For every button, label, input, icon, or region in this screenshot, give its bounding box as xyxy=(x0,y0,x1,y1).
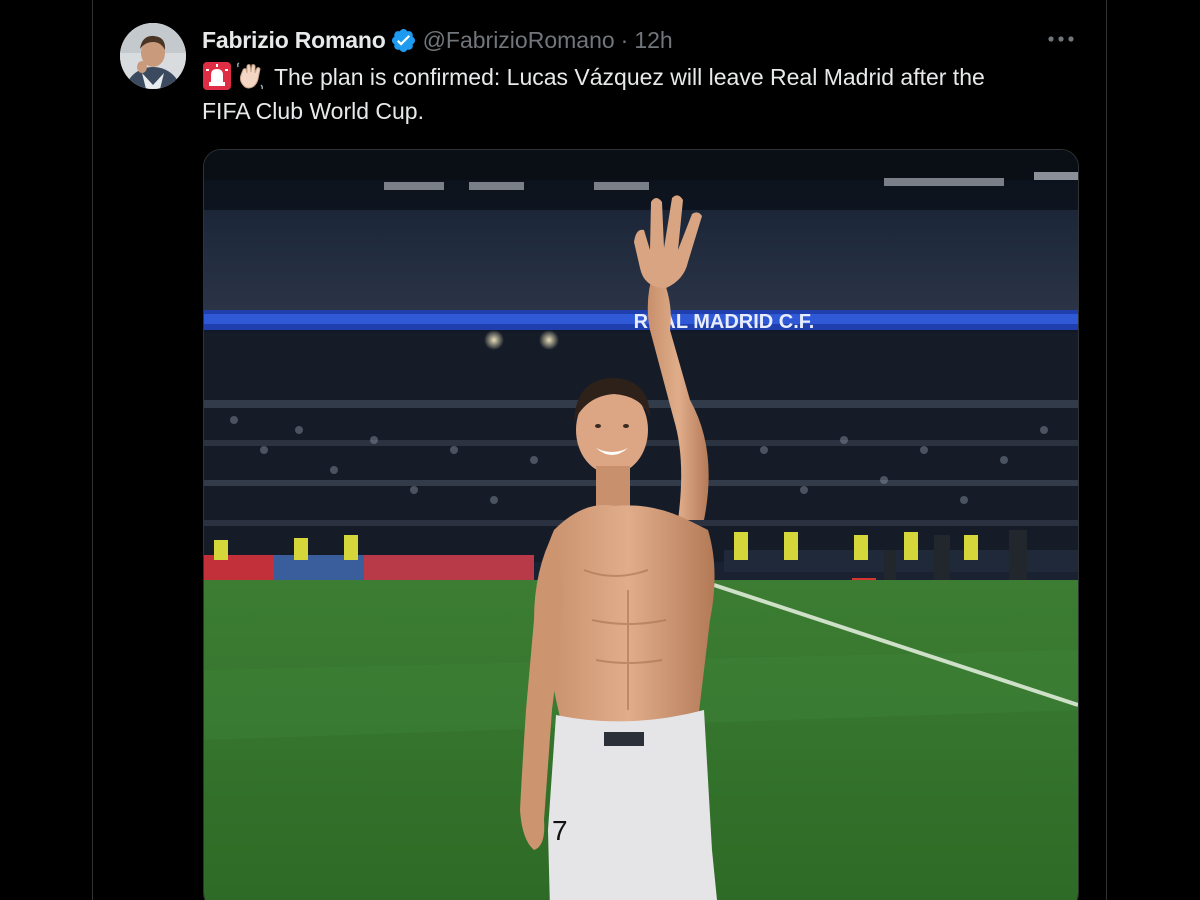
avatar-image xyxy=(120,23,186,89)
author-name[interactable]: Fabrizio Romano xyxy=(202,27,386,54)
tweet-text-line-2: FIFA Club World Cup. xyxy=(202,98,424,124)
tweet-text: The plan is confirmed: Lucas Vázquez wil… xyxy=(202,60,1092,128)
author-handle[interactable]: @FabrizioRomano xyxy=(423,27,615,54)
tweet-timestamp[interactable]: 12h xyxy=(634,27,672,54)
tweet-media-photo[interactable]: REAL MADRID C.F. 7 xyxy=(203,149,1079,900)
author-avatar[interactable] xyxy=(120,23,186,89)
header-separator: · xyxy=(620,26,629,53)
shorts-number: 7 xyxy=(552,815,568,846)
tweet-header: Fabrizio Romano @FabrizioRomano · 12h xyxy=(202,26,673,54)
more-options-icon[interactable] xyxy=(1044,24,1078,54)
tweet-text-line-1: The plan is confirmed: Lucas Vázquez wil… xyxy=(273,64,985,90)
rotating-light-icon xyxy=(202,61,232,91)
verified-badge-icon xyxy=(390,27,417,54)
tweet-card: Fabrizio Romano @FabrizioRomano · 12h Th… xyxy=(92,0,1107,900)
waving-hand-icon xyxy=(235,61,265,91)
